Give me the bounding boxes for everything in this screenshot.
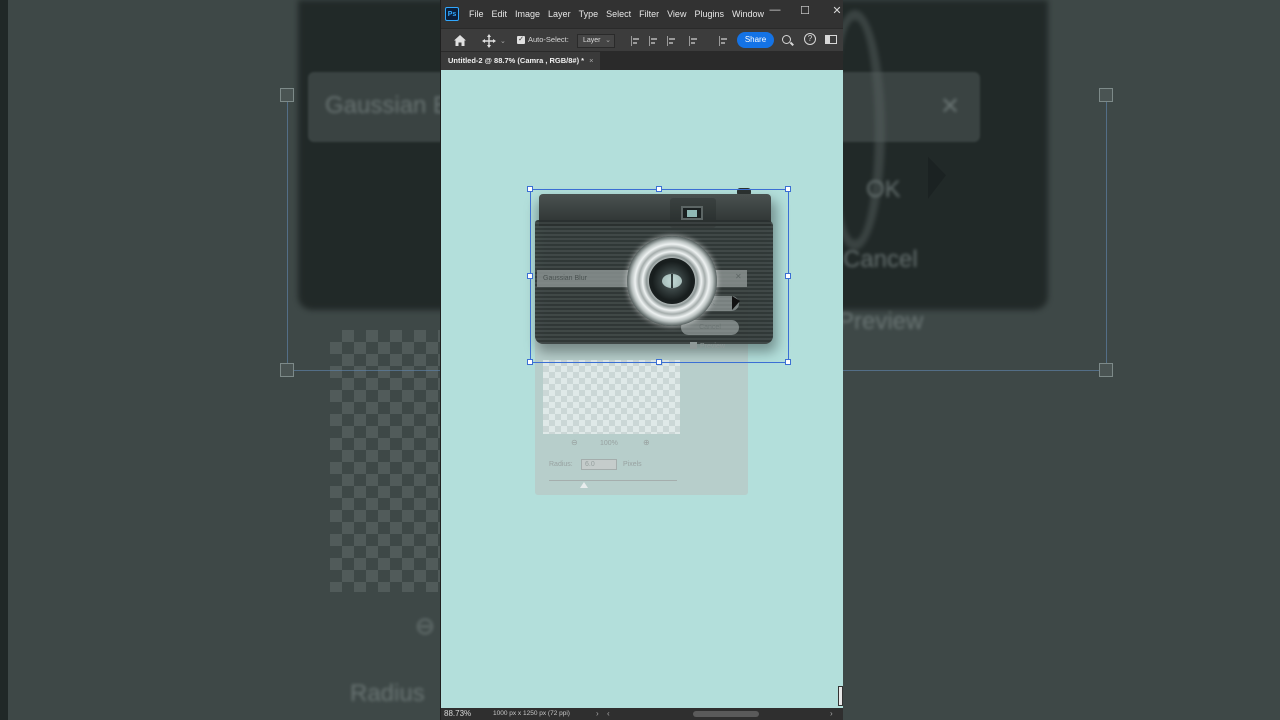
transform-bounding-box[interactable] [530, 189, 789, 363]
help-icon[interactable]: ? [804, 33, 816, 45]
menu-image[interactable]: Image [511, 9, 544, 19]
transform-handle-bottom[interactable] [656, 359, 662, 365]
transform-handle-top[interactable] [656, 186, 662, 192]
auto-select-checkbox[interactable]: ✓ [517, 36, 525, 44]
auto-select-target-value: Layer [583, 37, 601, 44]
document-tab-title: Untitled-2 @ 88.7% (Camra , RGB/8#) * [448, 56, 585, 65]
home-icon[interactable] [453, 34, 467, 47]
close-window-icon[interactable]: ✕ [829, 4, 845, 17]
radius-slider-thumb [580, 482, 588, 488]
background-edge [0, 0, 8, 720]
background-preview: Preview [838, 308, 924, 335]
document-tab-bar: Untitled-2 @ 88.7% (Camra , RGB/8#) * × [441, 52, 843, 70]
zoom-in-icon: ⊕ [643, 438, 650, 447]
status-bar: 88.73% 1000 px x 1250 px (72 ppi) › ‹ › [441, 708, 843, 720]
align-top-icon[interactable] [719, 36, 729, 46]
background-dialog-title: Gaussian B [325, 92, 450, 119]
transform-handle-top-left[interactable] [527, 186, 533, 192]
background-handle [1099, 363, 1113, 377]
background-zoom-icon: ⊖ [415, 613, 436, 640]
zoom-level[interactable]: 88.73% [444, 709, 471, 718]
transform-handle-bottom-right[interactable] [785, 359, 791, 365]
align-right-icon[interactable] [667, 36, 677, 46]
horizontal-scrollbar-thumb[interactable] [693, 711, 759, 717]
document-info: 1000 px x 1250 px (72 ppi) [493, 710, 570, 717]
distribute-icon[interactable] [689, 36, 699, 46]
menu-filter[interactable]: Filter [635, 9, 663, 19]
menu-window[interactable]: Window [728, 9, 768, 19]
options-bar: ⌄ ✓ Auto-Select: Layer ⌄ Share ? [441, 28, 843, 52]
radius-label: Radius: [549, 461, 573, 468]
zoom-out-icon: ⊖ [571, 438, 578, 447]
transform-handle-left[interactable] [527, 273, 533, 279]
search-icon[interactable] [782, 35, 791, 44]
align-left-icon[interactable] [631, 36, 641, 46]
vertical-scrollbar-thumb[interactable] [838, 686, 843, 706]
menu-view[interactable]: View [663, 9, 690, 19]
background-handle [1099, 88, 1113, 102]
menu-type[interactable]: Type [575, 9, 603, 19]
background-ok: OK [866, 176, 901, 203]
menu-layer[interactable]: Layer [544, 9, 575, 19]
mouse-cursor-icon [732, 296, 740, 310]
menu-edit[interactable]: Edit [488, 9, 512, 19]
radius-input: 6.0 [581, 459, 617, 470]
auto-select-label: Auto-Select: [528, 35, 569, 44]
background-handle [280, 363, 294, 377]
radius-slider-track [549, 480, 677, 481]
menu-plugins[interactable]: Plugins [690, 9, 728, 19]
chevron-down-icon: ⌄ [605, 37, 611, 44]
status-expand-icon[interactable]: › [596, 709, 599, 718]
blur-preview-thumbnail [543, 360, 680, 434]
photoshop-logo-icon: Ps [445, 7, 459, 21]
background-handle [280, 88, 294, 102]
menu-bar: Ps File Edit Image Layer Type Select Fil… [441, 0, 843, 28]
scroll-right-icon[interactable]: › [830, 709, 833, 718]
menu-file[interactable]: File [465, 9, 488, 19]
background-cancel: Cancel [843, 246, 918, 273]
photoshop-window: Ps File Edit Image Layer Type Select Fil… [440, 0, 843, 720]
move-tool-icon[interactable] [482, 34, 496, 48]
tab-close-icon[interactable]: × [589, 56, 593, 65]
minimize-icon[interactable]: — [767, 4, 783, 16]
align-center-icon[interactable] [649, 36, 659, 46]
scroll-left-icon[interactable]: ‹ [607, 709, 610, 718]
preview-zoom-value: 100% [600, 440, 618, 447]
document-tab[interactable]: Untitled-2 @ 88.7% (Camra , RGB/8#) * × [441, 52, 600, 70]
video-frame: Gaussian B ✕ OK Cancel Preview ⊖ Radius … [0, 0, 1280, 720]
transform-handle-right[interactable] [785, 273, 791, 279]
transform-handle-top-right[interactable] [785, 186, 791, 192]
menu-select[interactable]: Select [602, 9, 635, 19]
background-radius: Radius [350, 680, 425, 707]
share-button[interactable]: Share [737, 32, 774, 48]
auto-select-target-dropdown[interactable]: Layer ⌄ [577, 34, 615, 48]
maximize-icon[interactable]: ☐ [797, 4, 813, 17]
background-cursor-icon [928, 156, 946, 206]
move-tool-chevron-icon[interactable]: ⌄ [500, 37, 506, 45]
radius-unit: Pixels [623, 461, 642, 468]
background-close-icon: ✕ [940, 93, 961, 120]
document-canvas[interactable]: ⊖ 100% ⊕ Radius: 6.0 Pixels Gaussian Blu… [441, 70, 843, 708]
workspace-panel-icon[interactable] [825, 35, 837, 44]
transform-handle-bottom-left[interactable] [527, 359, 533, 365]
